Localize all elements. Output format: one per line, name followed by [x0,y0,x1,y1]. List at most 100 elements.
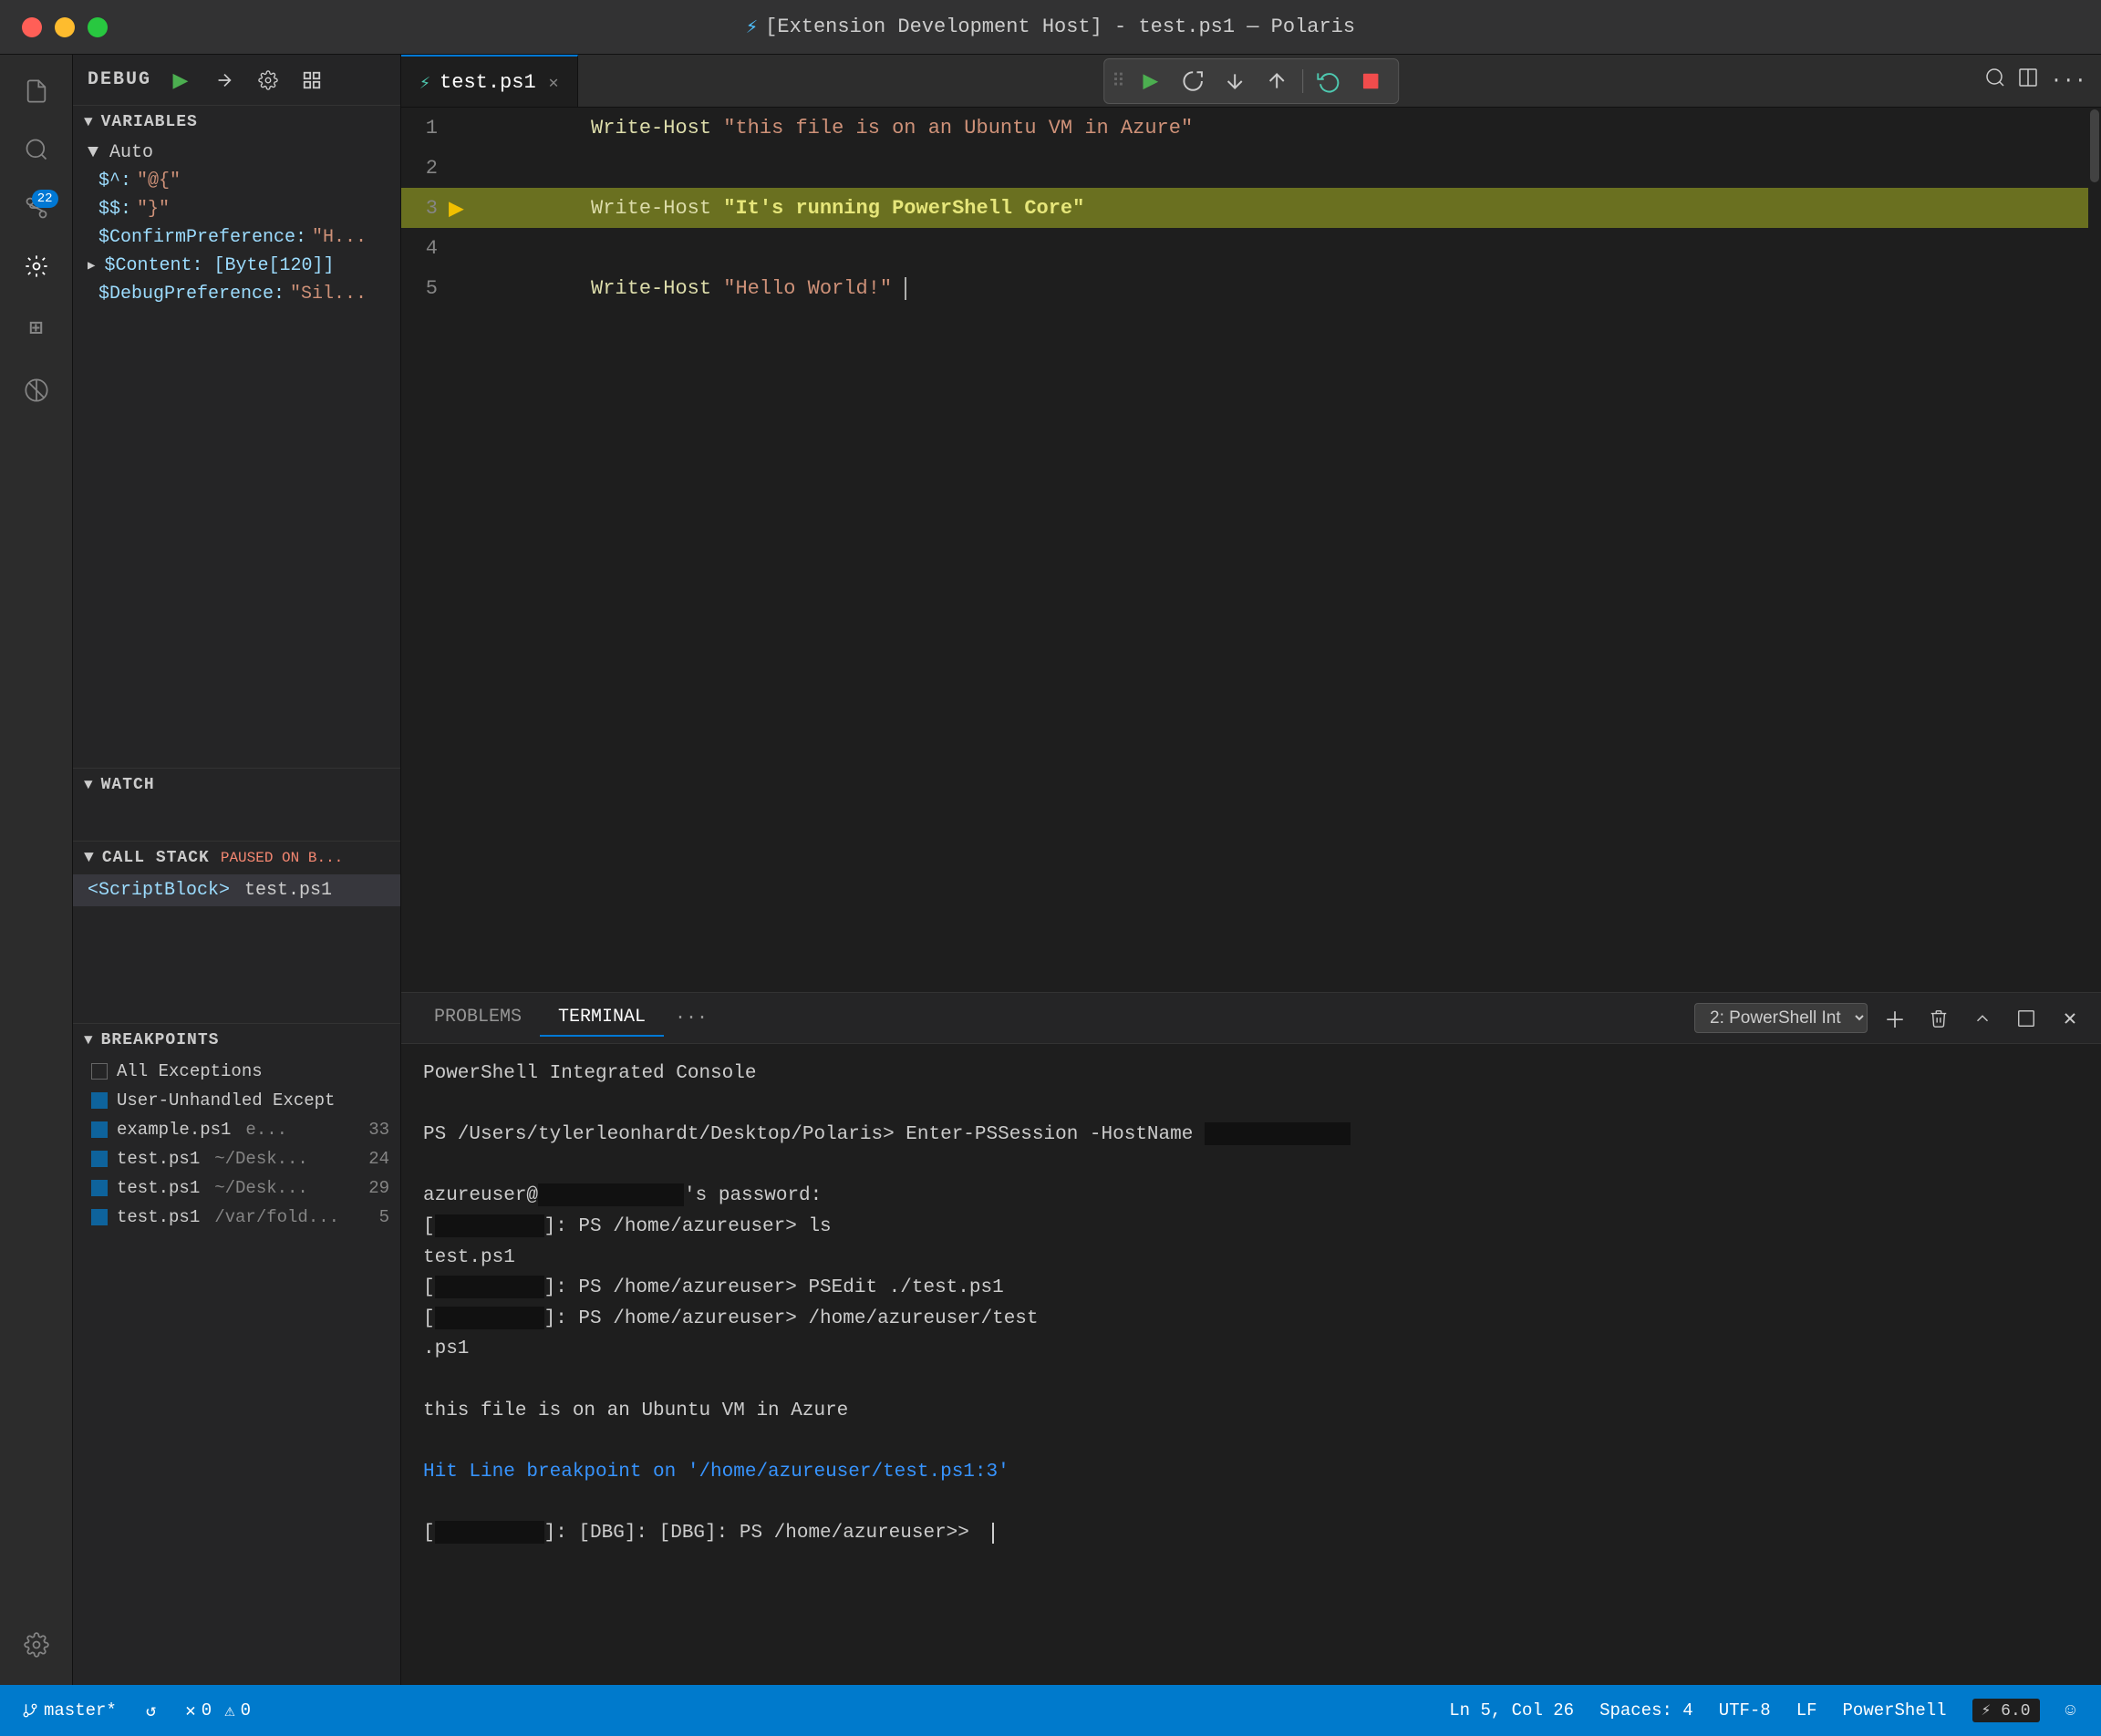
status-ps-version[interactable]: ⚡ 6.0 [1961,1699,2051,1722]
editor-search-icon[interactable] [1984,67,2006,96]
breakpoint-all-exceptions-label: All Exceptions [117,1061,263,1081]
var-item: $ConfirmPreference: "H... [73,223,400,252]
extensions-icon: ⊞ [29,315,42,342]
terminal-trash-button[interactable] [1922,1002,1955,1035]
debug-arrow: ▶ [449,192,464,224]
maximize-button[interactable] [88,17,108,37]
breakpoint-item: test.ps1 ~/Desk... 24 [73,1144,400,1173]
branch-name: master* [44,1700,117,1720]
terminal-line: []: PS /home/azureuser> /home/azureuser/… [423,1304,2079,1335]
activity-search[interactable] [11,128,62,179]
debug-float-restart[interactable] [1309,63,1349,99]
breakpoint-example-checkbox[interactable] [91,1121,108,1138]
debug-more-button[interactable] [297,66,326,95]
status-line-ending[interactable]: LF [1785,1700,1828,1720]
expand-icon: ▶ [88,258,95,274]
activity-settings[interactable] [11,1623,62,1674]
terminal-line: []: PS /home/azureuser> ls [423,1212,2079,1243]
status-smiley[interactable]: ☺ [2054,1700,2086,1720]
breakpoints-section: ▼ BREAKPOINTS All Exceptions User-Unhand… [73,1023,400,1686]
breakpoints-chevron: ▼ [84,1032,94,1049]
debug-float-continue[interactable]: ▶ [1131,63,1171,99]
status-sync[interactable]: ↺ [139,1700,163,1721]
debug-continue-button[interactable]: ▶ [166,66,195,95]
breakpoint-item: test.ps1 ~/Desk... 29 [73,1173,400,1203]
debug-toolbar: DEBUG ▶ [73,55,400,106]
status-position[interactable]: Ln 5, Col 26 [1438,1700,1585,1720]
var-item: $$: "}" [73,195,400,223]
terminal-new-button[interactable]: ＋ [1878,1002,1911,1035]
breakpoint-item: test.ps1 /var/fold... 5 [73,1203,400,1232]
activity-files[interactable] [11,69,62,120]
call-stack-label: CALL STACK [102,849,210,867]
status-right-group: Ln 5, Col 26 Spaces: 4 UTF-8 LF PowerShe… [1438,1699,2086,1722]
var-name-4: $Content: [Byte[120]] [104,255,334,276]
activity-debug[interactable] [11,244,62,295]
var-name-1: $^: [98,170,131,191]
window-controls [22,17,108,37]
call-stack-header[interactable]: ▼ CALL STACK PAUSED ON B... [73,842,400,874]
tab-close-button[interactable]: ✕ [549,73,559,93]
auto-group-header[interactable]: ▼ Auto [73,139,400,167]
code-line-3: ▶ 3 Write-Host "It's running PowerShell … [401,188,2101,228]
status-encoding[interactable]: UTF-8 [1708,1700,1782,1720]
debug-float-stop[interactable] [1351,63,1391,99]
variables-header[interactable]: ▼ VARIABLES [73,106,400,139]
breakpoint-all-exceptions-checkbox[interactable] [91,1063,108,1080]
breakpoint-item: User-Unhandled Except [73,1086,400,1115]
language-text: PowerShell [1843,1700,1947,1720]
activity-remote[interactable] [11,368,62,419]
breakpoint-test2-checkbox[interactable] [91,1180,108,1196]
ps-version-text: ⚡ 6.0 [1972,1699,2040,1722]
var-item-content[interactable]: ▶ $Content: [Byte[120]] [73,252,400,280]
editor-split-icon[interactable] [2017,67,2039,96]
terminal-close-button[interactable]: ✕ [2054,1002,2086,1035]
tab-problems[interactable]: PROBLEMS [416,999,540,1037]
search-icon [24,137,49,170]
breakpoint-test1-checkbox[interactable] [91,1151,108,1167]
status-language[interactable]: PowerShell [1832,1700,1958,1720]
watch-header[interactable]: ▼ WATCH [73,769,400,801]
editor-tab-test-ps1[interactable]: ⚡ test.ps1 ✕ [401,55,578,107]
auto-label: Auto [109,142,153,163]
breakpoint-example-path: e... [245,1120,287,1140]
status-branch[interactable]: master* [15,1700,124,1720]
call-stack-item[interactable]: <ScriptBlock> test.ps1 [73,874,400,906]
breakpoints-header[interactable]: ▼ BREAKPOINTS [73,1024,400,1057]
call-stack-chevron: ▼ [84,849,95,867]
status-errors[interactable]: ✕ 0 ⚠ 0 [178,1700,258,1721]
close-button[interactable] [22,17,42,37]
terminal-line: .ps1 [423,1334,2079,1365]
tab-terminal[interactable]: TERMINAL [540,999,664,1037]
activity-source-control[interactable]: 22 [11,186,62,237]
activity-extensions[interactable]: ⊞ [11,303,62,354]
editor-more-icon[interactable]: ··· [2050,69,2086,92]
terminal-breakpoint-link[interactable]: Hit Line breakpoint on '/home/azureuser/… [423,1457,2079,1488]
terminal-content[interactable]: PowerShell Integrated Console PS /Users/… [401,1044,2101,1685]
line-number-4: 4 [401,237,456,260]
debug-float-step-out[interactable] [1257,63,1297,99]
debug-float-step-over[interactable] [1173,63,1213,99]
debug-label: DEBUG [88,69,151,90]
encoding-text: UTF-8 [1719,1700,1771,1720]
terminal-instance-select[interactable]: 2: PowerShell Int [1694,1003,1868,1033]
debug-float-step-into[interactable] [1215,63,1255,99]
debug-settings-button[interactable] [254,66,283,95]
terminal-redact [435,1521,544,1544]
breakpoint-test3-name: test.ps1 [117,1207,200,1227]
variables-chevron: ▼ [84,114,94,130]
code-keyword: Write-Host [591,277,711,300]
breakpoint-test3-checkbox[interactable] [91,1209,108,1225]
status-spaces[interactable]: Spaces: 4 [1589,1700,1704,1720]
breakpoint-user-unhandled-checkbox[interactable] [91,1092,108,1109]
terminal-more-button[interactable]: ··· [664,1000,719,1036]
debug-step-over-button[interactable] [210,66,239,95]
terminal-collapse-button[interactable] [1966,1002,1999,1035]
breakpoint-test1-path: ~/Desk... [214,1149,308,1169]
tab-file-icon: ⚡ [419,71,430,95]
code-editor[interactable]: 1 Write-Host "this file is on an Ubuntu … [401,108,2101,992]
var-item: $DebugPreference: "Sil... [73,280,400,308]
editor-scrollbar[interactable] [2088,108,2101,992]
terminal-maximize-button[interactable] [2010,1002,2043,1035]
minimize-button[interactable] [55,17,75,37]
